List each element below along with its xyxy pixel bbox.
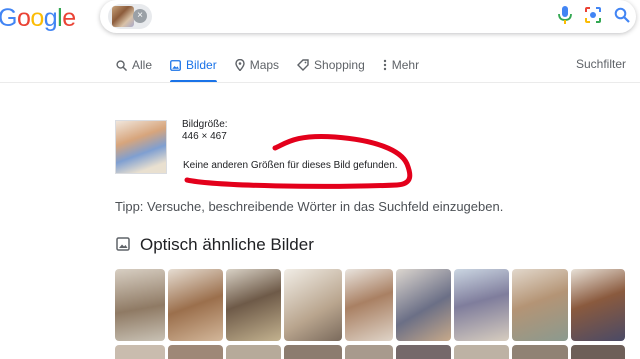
tab-bilder[interactable]: Bilder — [170, 54, 217, 83]
similar-image[interactable] — [571, 345, 625, 359]
logo-letter: g — [43, 4, 58, 32]
logo-letter: G — [0, 4, 17, 32]
similar-image[interactable] — [226, 269, 281, 341]
more-vertical-icon — [383, 59, 386, 71]
remove-image-button[interactable]: × — [133, 9, 147, 23]
search-filters-button[interactable]: Suchfilter — [576, 57, 626, 71]
image-icon — [116, 237, 130, 251]
google-logo[interactable]: Google — [0, 4, 76, 33]
similar-image[interactable] — [284, 269, 342, 341]
similar-image[interactable] — [396, 345, 451, 359]
map-pin-icon — [235, 59, 245, 71]
similar-images-grid — [115, 269, 625, 359]
tab-label: Bilder — [186, 58, 217, 72]
logo-letter: e — [62, 4, 76, 32]
red-annotation-circle — [184, 133, 413, 189]
tab-label: Alle — [132, 58, 153, 72]
tab-maps[interactable]: Maps — [235, 54, 279, 76]
tab-label: Maps — [249, 58, 280, 72]
similar-image[interactable] — [226, 345, 281, 359]
search-tip: Tipp: Versuche, beschreibende Wörter in … — [115, 199, 504, 214]
image-icon — [170, 59, 181, 71]
tabs-divider — [0, 82, 640, 83]
tag-icon — [297, 59, 309, 71]
similar-image[interactable] — [454, 345, 509, 359]
tab-shopping[interactable]: Shopping — [297, 54, 365, 76]
similar-image[interactable] — [115, 269, 165, 341]
search-bar[interactable]: × — [100, 0, 636, 33]
image-query-chip[interactable]: × — [108, 4, 152, 29]
similar-image[interactable] — [345, 269, 393, 341]
similar-image[interactable] — [396, 269, 451, 341]
logo-letter: o — [30, 4, 44, 32]
tab-mehr[interactable]: Mehr — [383, 54, 419, 76]
tab-label: Shopping — [314, 58, 365, 72]
similar-image[interactable] — [168, 269, 223, 341]
search-icon — [116, 59, 127, 71]
tab-label: Mehr — [391, 58, 420, 72]
camera-lens-icon[interactable] — [584, 6, 602, 24]
similar-image[interactable] — [115, 345, 165, 359]
similar-image[interactable] — [512, 345, 568, 359]
similar-image[interactable] — [345, 345, 393, 359]
tab-alle[interactable]: Alle — [116, 54, 152, 76]
mic-icon[interactable] — [558, 6, 572, 24]
query-image-thumbnail[interactable] — [115, 120, 167, 174]
similar-image[interactable] — [284, 345, 342, 359]
search-icon[interactable] — [614, 7, 630, 23]
similar-images-heading: Optisch ähnliche Bilder — [140, 235, 314, 254]
similar-image[interactable] — [454, 269, 509, 341]
similar-image[interactable] — [512, 269, 568, 341]
similar-image[interactable] — [571, 269, 625, 341]
query-image-thumbnail — [112, 6, 134, 27]
search-tabs: Alle Bilder Maps Shopping Mehr — [116, 54, 419, 83]
similar-image[interactable] — [168, 345, 223, 359]
logo-letter: o — [16, 4, 31, 32]
